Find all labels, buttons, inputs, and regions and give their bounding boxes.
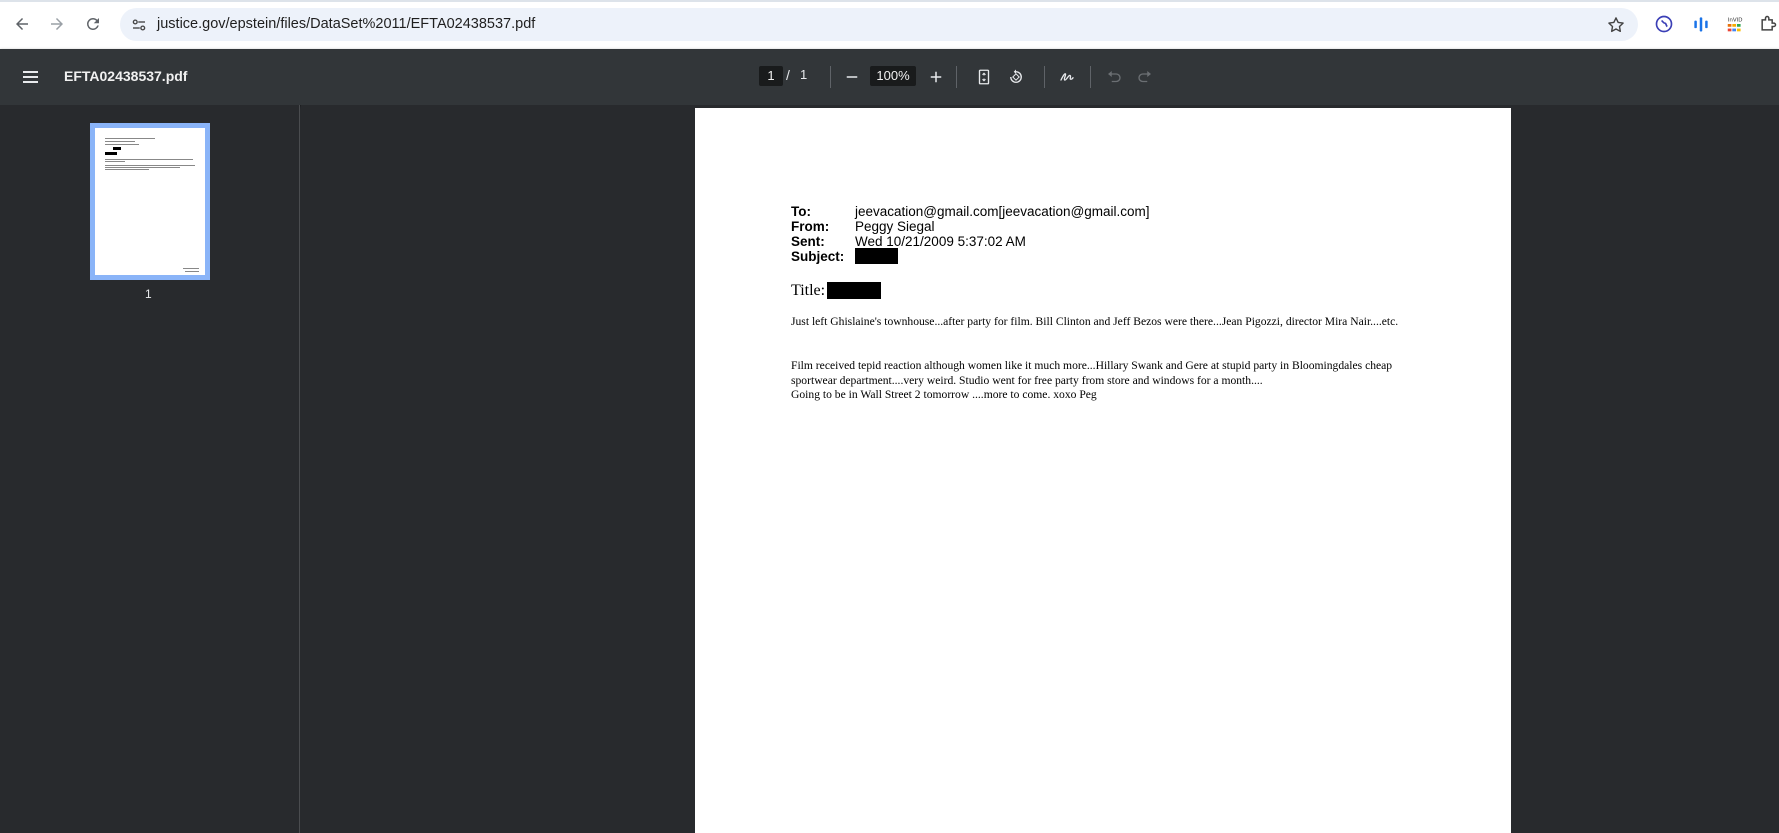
puzzle-extensions-icon[interactable] — [1757, 13, 1779, 35]
rotate-icon — [1010, 69, 1022, 83]
body-paragraph: Film received tepid reaction although wo… — [791, 359, 1393, 387]
fit-page-button[interactable] — [972, 65, 996, 89]
header-label: To: — [791, 204, 811, 219]
tab-strip-edge — [0, 0, 1779, 2]
hamburger-menu-icon[interactable] — [20, 66, 44, 88]
page-thumbnail[interactable] — [90, 123, 210, 280]
header-label: Sent: — [791, 234, 825, 249]
forward-button[interactable] — [45, 12, 69, 36]
draw-icon — [1060, 73, 1074, 81]
undo-button[interactable] — [1102, 65, 1126, 89]
toolbar-divider — [1090, 66, 1091, 88]
thumbnail-sidebar: 1 — [0, 105, 300, 833]
back-button[interactable] — [10, 12, 34, 36]
rotate-button[interactable] — [1004, 65, 1028, 89]
fit-page-icon — [978, 69, 990, 85]
header-value: Wed 10/21/2009 5:37:02 AM — [855, 234, 1026, 249]
title-redaction-box — [827, 282, 881, 299]
title-label: Title: — [791, 282, 826, 299]
page-total: 1 — [800, 67, 808, 82]
body-paragraph: Just left Ghislaine's townhouse...after … — [791, 315, 1399, 328]
invid-extension-icon[interactable]: InVID — [1725, 13, 1747, 35]
header-value: Peggy Siegal — [855, 219, 935, 234]
zoom-out-button[interactable] — [840, 65, 864, 89]
minus-icon — [846, 76, 858, 78]
subject-redaction-box — [855, 248, 898, 264]
globe-extension-icon[interactable] — [1653, 13, 1675, 35]
header-value: jeevacation@gmail.com[jeevacation@gmail.… — [855, 204, 1150, 219]
redo-icon — [1138, 71, 1151, 83]
arrow-right-icon — [51, 18, 63, 30]
svg-text:InVID: InVID — [1728, 17, 1743, 23]
page-number-input[interactable]: 1 — [759, 66, 783, 86]
pdf-toolbar: EFTA02438537.pdf 1 / 1 100% — [0, 49, 1779, 105]
reload-button[interactable] — [81, 12, 105, 36]
annotate-button[interactable] — [1055, 65, 1079, 89]
address-bar[interactable]: justice.gov/epstein/files/DataSet%2011/E… — [120, 8, 1638, 41]
toolbar-divider — [1044, 66, 1045, 88]
toolbar-divider — [830, 66, 831, 88]
thumbnail-page-number: 1 — [145, 287, 152, 301]
bookmark-star-icon[interactable] — [1606, 15, 1626, 35]
toolbar-divider — [956, 66, 957, 88]
pdf-filename: EFTA02438537.pdf — [64, 68, 188, 84]
site-info-icon[interactable] — [128, 14, 150, 36]
zoom-input[interactable]: 100% — [870, 66, 916, 86]
page-separator: / — [786, 67, 790, 83]
header-label: Subject: — [791, 249, 845, 264]
arrow-left-icon — [16, 18, 28, 30]
redo-button[interactable] — [1133, 65, 1157, 89]
bars-extension-icon[interactable] — [1690, 13, 1712, 35]
undo-icon — [1108, 71, 1121, 83]
zoom-in-button[interactable] — [924, 65, 948, 89]
plus-icon — [930, 71, 942, 83]
pdf-page: To: jeevacation@gmail.com[jeevacation@gm… — [695, 108, 1511, 833]
body-paragraph: Going to be in Wall Street 2 tomorrow ..… — [791, 388, 1097, 401]
browser-toolbar: justice.gov/epstein/files/DataSet%2011/E… — [0, 0, 1779, 49]
url-text[interactable]: justice.gov/epstein/files/DataSet%2011/E… — [157, 16, 535, 32]
reload-icon — [86, 17, 99, 30]
header-label: From: — [791, 219, 830, 234]
